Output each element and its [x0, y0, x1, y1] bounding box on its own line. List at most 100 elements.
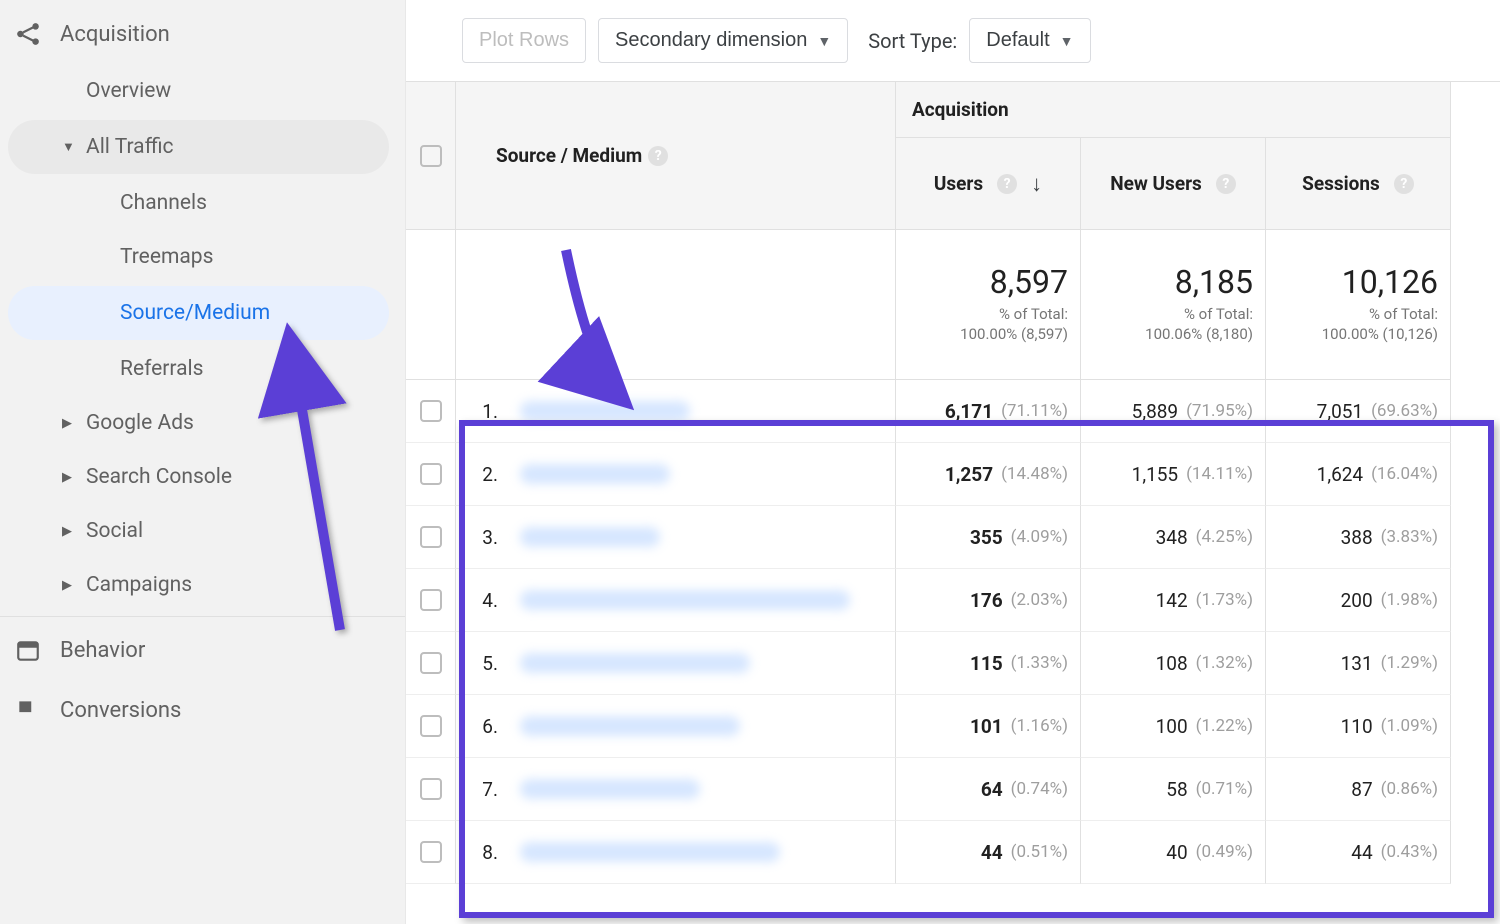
chevron-down-icon: ▼	[62, 139, 75, 155]
new-users-cell: 100(1.22%)	[1081, 695, 1266, 758]
redacted-source	[520, 401, 690, 421]
row-checkbox-cell	[406, 695, 456, 758]
users-cell: 44(0.51%)	[896, 821, 1081, 884]
row-checkbox[interactable]	[420, 400, 442, 422]
report-main: Plot Rows Secondary dimension ▼ Sort Typ…	[405, 0, 1500, 924]
row-checkbox[interactable]	[420, 778, 442, 800]
select-all-checkbox[interactable]	[420, 145, 442, 167]
row-checkbox[interactable]	[420, 652, 442, 674]
row-index: 4.	[474, 589, 498, 612]
redacted-source	[520, 527, 660, 547]
totals-blank	[406, 230, 456, 380]
row-index: 2.	[474, 463, 498, 486]
sessions-cell: 388(3.83%)	[1266, 506, 1451, 569]
source-medium-cell[interactable]: 8.	[456, 821, 896, 884]
new-users-cell: 5,889(71.95%)	[1081, 380, 1266, 443]
sessions-cell: 110(1.09%)	[1266, 695, 1451, 758]
sidebar-item-referrals[interactable]: Referrals	[0, 342, 405, 396]
sessions-cell: 7,051(69.63%)	[1266, 380, 1451, 443]
redacted-source	[520, 464, 670, 484]
select-all-cell	[406, 82, 456, 230]
users-cell: 115(1.33%)	[896, 632, 1081, 695]
row-checkbox[interactable]	[420, 463, 442, 485]
row-checkbox[interactable]	[420, 841, 442, 863]
redacted-source	[520, 779, 700, 799]
sidebar-item-treemaps[interactable]: Treemaps	[0, 230, 405, 284]
row-checkbox-cell	[406, 443, 456, 506]
source-medium-cell[interactable]: 4.	[456, 569, 896, 632]
sort-type-dropdown[interactable]: Default ▼	[969, 18, 1090, 63]
totals-new-users: 8,185 % of Total:100.06% (8,180)	[1081, 230, 1266, 380]
row-checkbox-cell	[406, 506, 456, 569]
source-medium-cell[interactable]: 2.	[456, 443, 896, 506]
redacted-source	[520, 716, 740, 736]
row-checkbox[interactable]	[420, 715, 442, 737]
sort-desc-icon: ↓	[1031, 171, 1042, 197]
sidebar-section-label: Behavior	[60, 638, 145, 663]
sessions-cell: 1,624(16.04%)	[1266, 443, 1451, 506]
conversions-icon	[14, 696, 42, 724]
sessions-cell: 44(0.43%)	[1266, 821, 1451, 884]
row-index: 5.	[474, 652, 498, 675]
sidebar-item-google-ads[interactable]: ▶ Google Ads	[0, 396, 405, 450]
new-users-cell: 40(0.49%)	[1081, 821, 1266, 884]
sidebar-item-social[interactable]: ▶ Social	[0, 504, 405, 558]
chevron-right-icon: ▶	[62, 578, 72, 593]
row-checkbox-cell	[406, 821, 456, 884]
new-users-cell: 108(1.32%)	[1081, 632, 1266, 695]
totals-blank	[456, 230, 896, 380]
source-medium-cell[interactable]: 1.	[456, 380, 896, 443]
sidebar-item-campaigns[interactable]: ▶ Campaigns	[0, 558, 405, 612]
help-icon[interactable]: ?	[1216, 174, 1236, 194]
row-checkbox-cell	[406, 758, 456, 821]
source-medium-cell[interactable]: 3.	[456, 506, 896, 569]
sidebar-section-acquisition[interactable]: Acquisition	[0, 4, 405, 64]
dimension-header[interactable]: Source / Medium ?	[456, 82, 896, 230]
row-index: 8.	[474, 841, 498, 864]
sidebar-item-search-console[interactable]: ▶ Search Console	[0, 450, 405, 504]
redacted-source	[520, 590, 850, 610]
source-medium-cell[interactable]: 5.	[456, 632, 896, 695]
source-medium-cell[interactable]: 6.	[456, 695, 896, 758]
sidebar-item-all-traffic[interactable]: ▼ All Traffic	[8, 120, 389, 174]
row-checkbox[interactable]	[420, 589, 442, 611]
row-checkbox-cell	[406, 569, 456, 632]
sessions-cell: 200(1.98%)	[1266, 569, 1451, 632]
new-users-cell: 348(4.25%)	[1081, 506, 1266, 569]
sidebar-section-conversions[interactable]: Conversions	[0, 680, 405, 740]
users-cell: 176(2.03%)	[896, 569, 1081, 632]
sessions-cell: 131(1.29%)	[1266, 632, 1451, 695]
row-index: 1.	[474, 400, 498, 423]
sidebar-item-source-medium[interactable]: Source/Medium	[8, 286, 389, 340]
help-icon[interactable]: ?	[997, 174, 1017, 194]
sidebar-section-label: Acquisition	[60, 22, 170, 47]
totals-users: 8,597 % of Total:100.00% (8,597)	[896, 230, 1081, 380]
help-icon[interactable]: ?	[648, 146, 668, 166]
users-cell: 1,257(14.48%)	[896, 443, 1081, 506]
chevron-down-icon: ▼	[1060, 33, 1074, 49]
report-table: Source / Medium ? Acquisition Users ? ↓ …	[406, 81, 1500, 884]
chevron-right-icon: ▶	[62, 470, 72, 485]
users-cell: 6,171(71.11%)	[896, 380, 1081, 443]
column-header-users[interactable]: Users ? ↓	[896, 138, 1081, 230]
users-cell: 64(0.74%)	[896, 758, 1081, 821]
help-icon[interactable]: ?	[1394, 174, 1414, 194]
sidebar-item-overview[interactable]: Overview	[0, 64, 405, 118]
row-checkbox[interactable]	[420, 526, 442, 548]
sidebar-item-channels[interactable]: Channels	[0, 176, 405, 230]
secondary-dimension-dropdown[interactable]: Secondary dimension ▼	[598, 18, 848, 63]
column-header-new-users[interactable]: New Users ?	[1081, 138, 1266, 230]
row-index: 3.	[474, 526, 498, 549]
users-cell: 355(4.09%)	[896, 506, 1081, 569]
redacted-source	[520, 653, 750, 673]
chevron-right-icon: ▶	[62, 416, 72, 431]
new-users-cell: 1,155(14.11%)	[1081, 443, 1266, 506]
chevron-right-icon: ▶	[62, 524, 72, 539]
column-header-sessions[interactable]: Sessions ?	[1266, 138, 1451, 230]
sidebar-section-behavior[interactable]: Behavior	[0, 616, 405, 680]
new-users-cell: 142(1.73%)	[1081, 569, 1266, 632]
column-group-acquisition: Acquisition	[896, 82, 1451, 138]
plot-rows-button[interactable]: Plot Rows	[462, 18, 586, 63]
redacted-source	[520, 842, 780, 862]
source-medium-cell[interactable]: 7.	[456, 758, 896, 821]
